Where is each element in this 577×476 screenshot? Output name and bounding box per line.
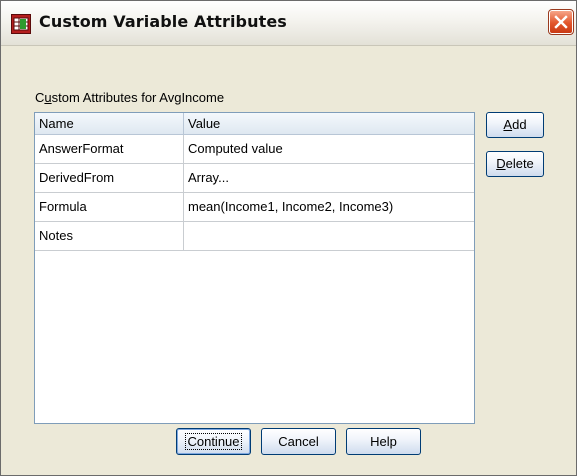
caption-prefix: C	[35, 90, 45, 105]
close-icon	[554, 15, 568, 29]
column-header-value[interactable]: Value	[184, 113, 474, 134]
attribute-value-cell[interactable]: Array...	[184, 164, 474, 192]
add-button[interactable]: Add	[486, 112, 544, 138]
attribute-name-cell[interactable]: Formula	[35, 193, 184, 221]
dialog-window: Custom Variable Attributes Custom Attrib…	[0, 0, 577, 476]
caption-rest: stom Attributes for AvgIncome	[51, 90, 225, 105]
attributes-caption: Custom Attributes for AvgIncome	[35, 90, 224, 105]
help-button[interactable]: Help	[346, 428, 421, 455]
grid-header: Name Value	[35, 113, 474, 135]
spss-dialog-icon	[11, 14, 31, 34]
close-button[interactable]	[548, 9, 574, 35]
delete-mnemonic: D	[496, 156, 506, 171]
continue-label: Continue	[185, 433, 242, 450]
caption-mnemonic: u	[44, 90, 52, 105]
attribute-value-cell[interactable]: Computed value	[184, 135, 474, 163]
add-mnemonic: A	[503, 117, 513, 132]
cancel-button[interactable]: Cancel	[261, 428, 336, 455]
table-row[interactable]: DerivedFrom Array...	[35, 164, 474, 193]
column-header-name[interactable]: Name	[35, 113, 184, 134]
table-row[interactable]: Notes	[35, 222, 474, 251]
add-label: dd	[512, 117, 527, 132]
attribute-name-cell[interactable]: DerivedFrom	[35, 164, 184, 192]
attribute-name-cell[interactable]: Notes	[35, 222, 184, 250]
table-row[interactable]: AnswerFormat Computed value	[35, 135, 474, 164]
attribute-value-cell[interactable]	[184, 222, 474, 250]
delete-label: elete	[505, 156, 534, 171]
title-bar[interactable]: Custom Variable Attributes	[1, 1, 576, 46]
attributes-grid[interactable]: Name Value AnswerFormat Computed value D…	[34, 112, 475, 424]
continue-button[interactable]: Continue	[176, 428, 251, 455]
dialog-title: Custom Variable Attributes	[39, 12, 287, 31]
cancel-label: Cancel	[278, 434, 319, 449]
delete-button[interactable]: Delete	[486, 151, 544, 177]
attribute-name-cell[interactable]: AnswerFormat	[35, 135, 184, 163]
attribute-value-cell[interactable]: mean(Income1, Income2, Income3)	[184, 193, 474, 221]
help-label: Help	[370, 434, 397, 449]
table-row[interactable]: Formula mean(Income1, Income2, Income3)	[35, 193, 474, 222]
